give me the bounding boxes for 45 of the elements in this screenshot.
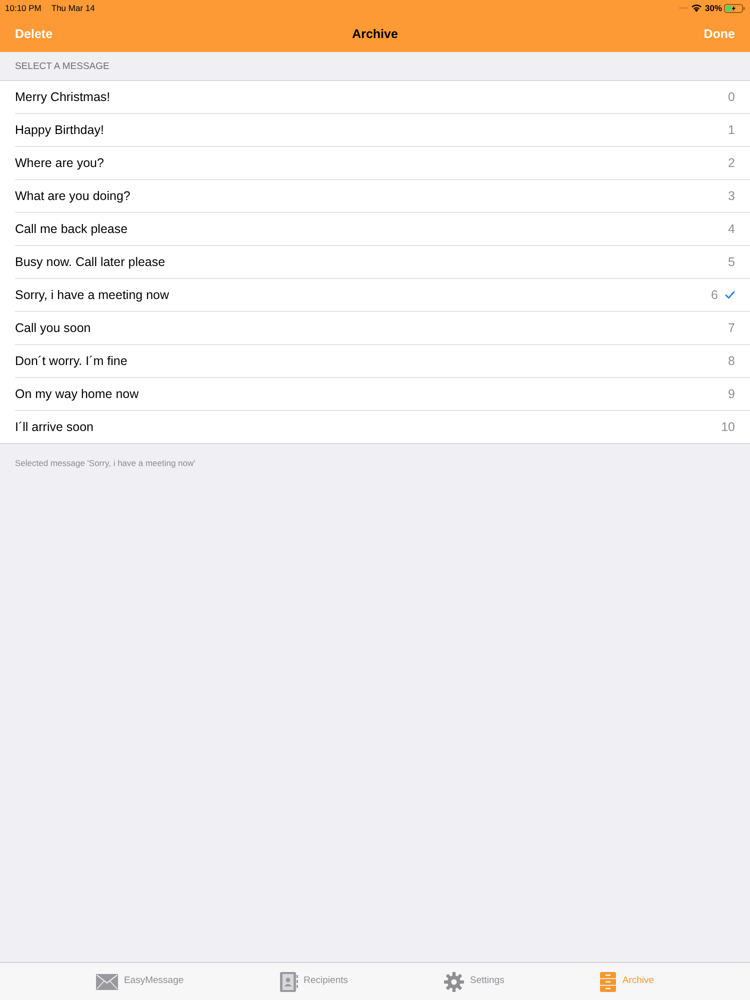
message-text: I´ll arrive soon bbox=[15, 418, 94, 436]
message-text: On my way home now bbox=[15, 386, 140, 403]
message-text: Sorry, i have a meeting now bbox=[15, 286, 170, 304]
battery-percent: 30% bbox=[704, 2, 722, 14]
battery-charging-icon bbox=[724, 4, 745, 12]
message-row[interactable]: Call you soon 7 bbox=[0, 312, 750, 344]
message-row[interactable]: Don´t worry. I´m fine 8 bbox=[0, 345, 750, 377]
message-number: 1 bbox=[728, 122, 735, 139]
message-row[interactable]: Sorry, i have a meeting now 6 bbox=[0, 279, 750, 311]
footer-note: Selected message 'Sorry, i have a meeting now' bbox=[15, 458, 196, 468]
filing-cabinet-icon bbox=[600, 972, 616, 992]
message-row[interactable]: Where are you? 2 bbox=[0, 147, 750, 179]
message-number: 5 bbox=[728, 254, 735, 271]
wifi-icon bbox=[690, 4, 702, 12]
message-number: 10 bbox=[721, 418, 735, 436]
message-number: 9 bbox=[728, 386, 735, 403]
message-number: 7 bbox=[728, 320, 735, 337]
message-text: Merry Christmas! bbox=[15, 88, 112, 106]
status-date: Thu Mar 14 bbox=[51, 2, 95, 14]
message-text: What are you doing? bbox=[15, 188, 132, 205]
contact-book-icon bbox=[280, 972, 298, 992]
gear-icon bbox=[444, 972, 464, 992]
message-number: 4 bbox=[728, 220, 735, 238]
navigation-title: Archive bbox=[352, 26, 398, 43]
section-header: SELECT A MESSAGE bbox=[15, 60, 110, 74]
message-text: Call you soon bbox=[15, 320, 92, 337]
message-number: 0 bbox=[728, 88, 735, 106]
message-text: Don´t worry. I´m fine bbox=[15, 352, 128, 370]
message-number: 2 bbox=[728, 154, 735, 172]
status-time: 10:10 PM bbox=[5, 2, 42, 14]
message-number: 3 bbox=[728, 188, 735, 205]
message-row[interactable]: I´ll arrive soon 10 bbox=[0, 411, 750, 443]
message-row[interactable]: What are you doing? 3 bbox=[0, 180, 750, 212]
message-text: Happy Birthday! bbox=[15, 122, 105, 139]
message-row[interactable]: Happy Birthday! 1 bbox=[0, 114, 750, 146]
message-row[interactable]: Merry Christmas! 0 bbox=[0, 81, 750, 113]
envelope-icon bbox=[96, 974, 118, 990]
message-text: Call me back please bbox=[15, 220, 129, 238]
message-row[interactable]: Call me back please 4 bbox=[0, 213, 750, 245]
message-text: Busy now. Call later please bbox=[15, 254, 166, 271]
message-row[interactable]: Busy now. Call later please 5 bbox=[0, 246, 750, 278]
message-number: 8 bbox=[728, 352, 735, 370]
message-number: 6 bbox=[711, 286, 718, 304]
message-text: Where are you? bbox=[15, 154, 105, 172]
message-row[interactable]: On my way home now 9 bbox=[0, 378, 750, 410]
